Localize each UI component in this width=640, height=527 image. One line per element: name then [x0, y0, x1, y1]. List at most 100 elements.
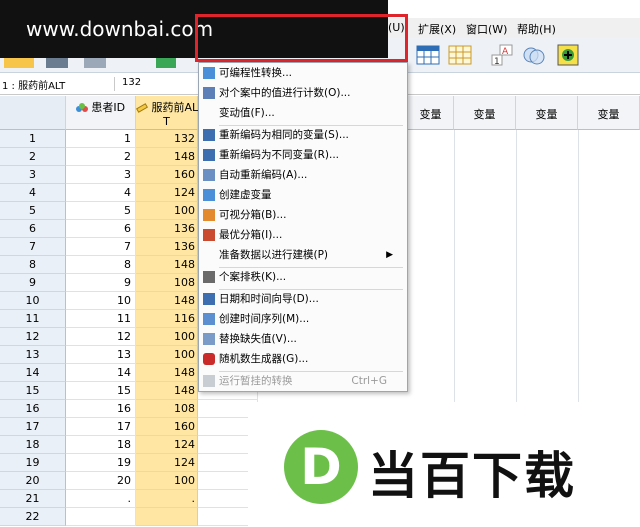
grid-icon[interactable]	[448, 44, 472, 66]
row-number[interactable]: 1	[0, 130, 66, 148]
cell-patient-id[interactable]: 18	[66, 436, 136, 454]
cell-value[interactable]: 132	[122, 77, 141, 88]
row-number[interactable]: 16	[0, 400, 66, 418]
cell-patient-id[interactable]: 13	[66, 346, 136, 364]
cell-patient-id[interactable]: 7	[66, 238, 136, 256]
cell-patient-id[interactable]: 1	[66, 130, 136, 148]
cell-name[interactable]: 1 : 服药前ALT	[2, 77, 115, 92]
cell-patient-id[interactable]: 12	[66, 328, 136, 346]
row-number[interactable]: 2	[0, 148, 66, 166]
cell-alt[interactable]: 100	[136, 472, 198, 490]
menu-item-shift-values[interactable]: 变动值(F)...	[199, 103, 407, 123]
cell-alt[interactable]: 124	[136, 454, 198, 472]
corner-cell[interactable]	[0, 96, 66, 130]
cell-patient-id[interactable]	[66, 508, 136, 526]
row-number[interactable]: 9	[0, 274, 66, 292]
cell-alt[interactable]: 148	[136, 292, 198, 310]
row-number[interactable]: 13	[0, 346, 66, 364]
row-number[interactable]: 18	[0, 436, 66, 454]
row-number[interactable]: 17	[0, 418, 66, 436]
menu-item-random-generator[interactable]: 随机数生成器(G)...	[199, 349, 407, 369]
row-number[interactable]: 5	[0, 202, 66, 220]
cell-alt[interactable]: 132	[136, 130, 198, 148]
row-number[interactable]: 15	[0, 382, 66, 400]
row-number[interactable]: 12	[0, 328, 66, 346]
row-number[interactable]: 4	[0, 184, 66, 202]
menu-item-run-pending[interactable]: 运行暂挂的转换 Ctrl+G	[199, 371, 407, 391]
cell-patient-id[interactable]: 2	[66, 148, 136, 166]
cell-alt[interactable]: 100	[136, 202, 198, 220]
cell-patient-id[interactable]: 11	[66, 310, 136, 328]
menu-extensions[interactable]: 扩展(X)	[418, 21, 456, 37]
row-number[interactable]: 3	[0, 166, 66, 184]
menu-item-recode-different[interactable]: 重新编码为不同变量(R)...	[199, 145, 407, 165]
row-number[interactable]: 11	[0, 310, 66, 328]
cell-alt[interactable]: 100	[136, 328, 198, 346]
menu-item-count-values[interactable]: 对个案中的值进行计数(O)...	[199, 83, 407, 103]
cell-patient-id[interactable]: 19	[66, 454, 136, 472]
row-number[interactable]: 22	[0, 508, 66, 526]
binning-icon	[203, 209, 215, 221]
column-header-var[interactable]: 变量	[578, 96, 640, 130]
column-header-var[interactable]: 变量	[516, 96, 578, 130]
cell-alt[interactable]	[136, 508, 198, 526]
use-sets-icon[interactable]	[522, 44, 546, 66]
row-number[interactable]: 14	[0, 364, 66, 382]
row-number[interactable]: 6	[0, 220, 66, 238]
cell-alt[interactable]: 124	[136, 436, 198, 454]
cell-alt[interactable]: 108	[136, 274, 198, 292]
cell-alt[interactable]: 148	[136, 148, 198, 166]
row-number[interactable]: 21	[0, 490, 66, 508]
menu-help[interactable]: 帮助(H)	[517, 21, 556, 37]
menu-window[interactable]: 窗口(W)	[466, 21, 507, 37]
cell-patient-id[interactable]: 17	[66, 418, 136, 436]
cell-patient-id[interactable]: 4	[66, 184, 136, 202]
row-number[interactable]: 19	[0, 454, 66, 472]
cell-patient-id[interactable]: 20	[66, 472, 136, 490]
cell-patient-id[interactable]: 16	[66, 400, 136, 418]
cell-patient-id[interactable]: 14	[66, 364, 136, 382]
column-header-var[interactable]: 变量	[454, 96, 516, 130]
cell-alt[interactable]: 100	[136, 346, 198, 364]
cell-alt[interactable]: 108	[136, 400, 198, 418]
cell-patient-id[interactable]: .	[66, 490, 136, 508]
menu-item-date-time-wizard[interactable]: 日期和时间向导(D)...	[199, 289, 407, 309]
cell-alt[interactable]: 116	[136, 310, 198, 328]
cell-patient-id[interactable]: 5	[66, 202, 136, 220]
menu-item-visual-binning[interactable]: 可视分箱(B)...	[199, 205, 407, 225]
menu-item-create-dummy[interactable]: 创建虚变量	[199, 185, 407, 205]
cell-alt[interactable]: .	[136, 490, 198, 508]
table-icon[interactable]	[416, 44, 440, 66]
row-number[interactable]: 20	[0, 472, 66, 490]
menu-item-prepare-modeling[interactable]: 准备数据以进行建模(P) ▶	[199, 245, 407, 265]
menu-item-programmability-transform[interactable]: 可编程性转换...	[199, 63, 407, 83]
cell-patient-id[interactable]: 15	[66, 382, 136, 400]
cell-patient-id[interactable]: 3	[66, 166, 136, 184]
column-header-alt[interactable]: 服药前AL T	[135, 96, 198, 130]
cell-alt[interactable]: 136	[136, 220, 198, 238]
menu-item-auto-recode[interactable]: 自动重新编码(A)...	[199, 165, 407, 185]
cell-patient-id[interactable]: 10	[66, 292, 136, 310]
menu-item-replace-missing[interactable]: 替换缺失值(V)...	[199, 329, 407, 349]
cell-alt[interactable]: 148	[136, 382, 198, 400]
cell-patient-id[interactable]: 8	[66, 256, 136, 274]
column-header-var[interactable]: 变量	[408, 96, 454, 130]
cell-alt[interactable]: 160	[136, 166, 198, 184]
row-number[interactable]: 8	[0, 256, 66, 274]
cell-alt[interactable]: 160	[136, 418, 198, 436]
cell-alt[interactable]: 136	[136, 238, 198, 256]
column-header-patient-id[interactable]: 患者ID	[66, 96, 136, 130]
menu-item-rank-cases[interactable]: 个案排秩(K)...	[199, 267, 407, 287]
add-icon[interactable]	[556, 44, 580, 66]
menu-item-optimal-binning[interactable]: 最优分箱(I)...	[199, 225, 407, 245]
cell-alt[interactable]: 124	[136, 184, 198, 202]
menu-item-recode-same[interactable]: 重新编码为相同的变量(S)...	[199, 125, 407, 145]
cell-patient-id[interactable]: 9	[66, 274, 136, 292]
value-labels-icon[interactable]: A1	[490, 44, 514, 67]
cell-alt[interactable]: 148	[136, 364, 198, 382]
row-number[interactable]: 10	[0, 292, 66, 310]
menu-item-create-time-series[interactable]: 创建时间序列(M)...	[199, 309, 407, 329]
cell-alt[interactable]: 148	[136, 256, 198, 274]
row-number[interactable]: 7	[0, 238, 66, 256]
cell-patient-id[interactable]: 6	[66, 220, 136, 238]
